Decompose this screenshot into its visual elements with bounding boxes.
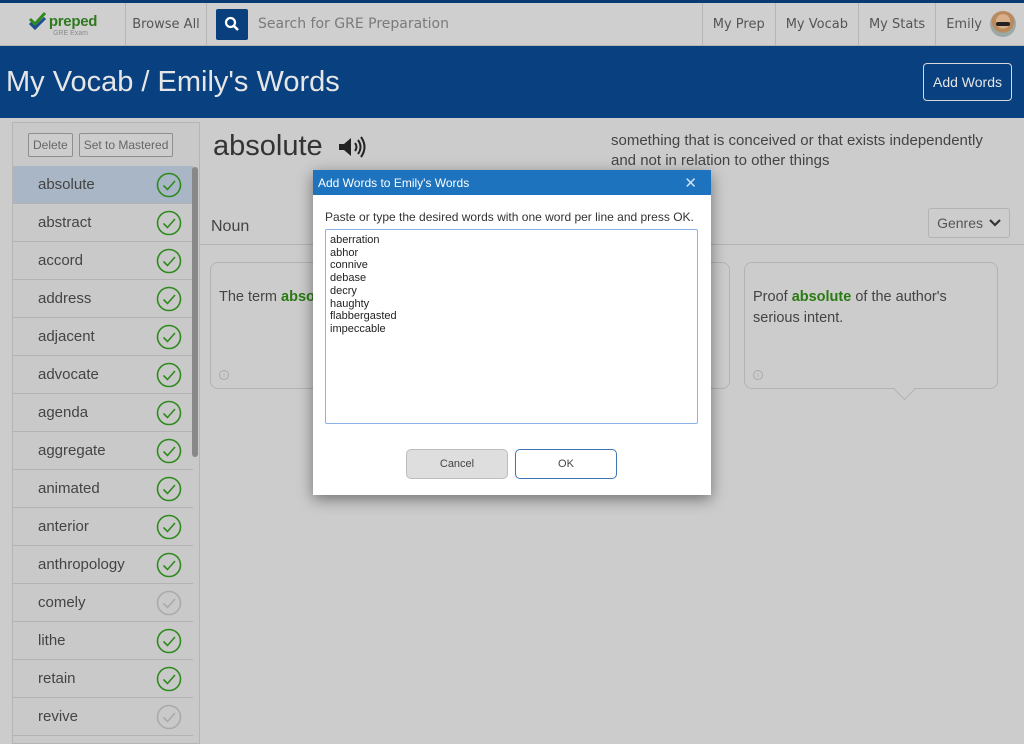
word-label: retain (38, 670, 76, 687)
info-icon[interactable]: i (219, 370, 229, 380)
page-title: My Vocab / Emily's Words (6, 65, 340, 98)
logo-subtitle: GRE Exam (52, 30, 88, 37)
word-heading: absolute (213, 130, 367, 163)
example-highlight: absolute (791, 289, 852, 305)
logo[interactable]: preped GRE Exam (0, 3, 126, 45)
word-label: aggregate (38, 442, 106, 459)
word-label: anterior (38, 518, 89, 535)
mastered-check-icon[interactable] (156, 286, 182, 312)
search-bar (207, 3, 702, 45)
user-name: Emily (946, 16, 982, 32)
words-textarea[interactable] (325, 229, 698, 424)
mastered-check-icon[interactable] (156, 476, 182, 502)
word-list-item[interactable]: aggregate (13, 432, 193, 470)
logo-text: preped (48, 12, 98, 30)
word-list-panel: Delete Set to Mastered absolute abstract a… (12, 122, 200, 744)
search-input[interactable] (258, 16, 658, 32)
search-icon (224, 16, 239, 31)
word-label: agenda (38, 404, 89, 421)
mastered-check-icon[interactable] (156, 400, 182, 426)
nav-my-prep[interactable]: My Prep (701, 3, 775, 45)
word-label: abstract (38, 214, 92, 231)
mastered-check-icon[interactable] (156, 362, 182, 388)
word-list-item[interactable]: anterior (13, 508, 193, 546)
mastered-check-icon[interactable] (156, 324, 182, 350)
example-card: Proof absolute of the author's serious i… (744, 262, 998, 389)
ok-button[interactable]: OK (515, 449, 617, 479)
word-definition: something that is conceived or that exis… (611, 132, 983, 169)
set-mastered-button[interactable]: Set to Mastered (78, 132, 174, 157)
info-icon[interactable]: i (753, 370, 763, 380)
word-label: lithe (38, 632, 66, 649)
unmastered-check-icon[interactable] (156, 704, 182, 730)
word-label: address (38, 290, 92, 307)
word-list-item[interactable]: abstract (13, 204, 193, 242)
add-words-button[interactable]: Add Words (923, 63, 1012, 101)
word-list-item[interactable]: accord (13, 242, 193, 280)
nav-my-vocab[interactable]: My Vocab (774, 3, 858, 45)
top-nav: preped GRE Exam Browse All My Prep My Vo… (0, 0, 1024, 46)
word-label: animated (38, 480, 100, 497)
avatar (990, 11, 1016, 37)
word-label: comely (38, 594, 86, 611)
chevron-down-icon (989, 219, 1001, 227)
unmastered-check-icon[interactable] (156, 590, 182, 616)
word-list: absolute abstract accord address adjacent adv… (13, 166, 199, 736)
nav-my-stats[interactable]: My Stats (857, 3, 935, 45)
add-words-dialog: Add Words to Emily's Words ✕ Paste or ty… (313, 170, 711, 495)
word-label: anthropology (38, 556, 125, 573)
browse-all-link[interactable]: Browse All (126, 3, 207, 45)
delete-button[interactable]: Delete (28, 132, 73, 157)
word-list-item[interactable]: address (13, 280, 193, 318)
word-list-scrollbar[interactable] (192, 167, 198, 457)
genres-label: Genres (937, 215, 983, 231)
word-list-actions: Delete Set to Mastered (13, 123, 199, 166)
part-of-speech: Noun (211, 218, 250, 235)
word-list-item[interactable]: absolute (13, 166, 193, 204)
genres-dropdown[interactable]: Genres (928, 208, 1010, 238)
mastered-check-icon[interactable] (156, 248, 182, 274)
close-icon[interactable]: ✕ (684, 174, 697, 192)
logo-check-icon (28, 11, 47, 31)
word-label: advocate (38, 366, 99, 383)
mastered-check-icon[interactable] (156, 172, 182, 198)
word-list-item[interactable]: comely (13, 584, 193, 622)
word-label: accord (38, 252, 84, 269)
speaker-icon[interactable] (337, 135, 367, 158)
mastered-check-icon[interactable] (156, 552, 182, 578)
word-list-item[interactable]: agenda (13, 394, 193, 432)
dialog-message: Paste or type the desired words with one… (325, 210, 694, 224)
dialog-title: Add Words to Emily's Words (318, 175, 470, 190)
example-highlight: abso (281, 289, 315, 305)
mastered-check-icon[interactable] (156, 438, 182, 464)
search-button[interactable] (216, 8, 248, 40)
word-list-item[interactable]: animated (13, 470, 193, 508)
word-list-item[interactable]: anthropology (13, 546, 193, 584)
user-menu[interactable]: Emily (935, 3, 1024, 45)
word-list-item[interactable]: advocate (13, 356, 193, 394)
example-text: Proof absolute of the author's serious i… (753, 289, 947, 326)
cancel-button[interactable]: Cancel (406, 449, 508, 479)
mastered-check-icon[interactable] (156, 666, 182, 692)
word-list-item[interactable]: revive (13, 698, 193, 736)
word-list-item[interactable]: retain (13, 660, 193, 698)
word-label: revive (38, 708, 79, 725)
word-list-item[interactable]: lithe (13, 622, 193, 660)
mastered-check-icon[interactable] (156, 210, 182, 236)
page-header: My Vocab / Emily's Words Add Words (0, 46, 1024, 118)
word-list-item[interactable]: adjacent (13, 318, 193, 356)
mastered-check-icon[interactable] (156, 514, 182, 540)
word-label: adjacent (38, 328, 95, 345)
word-label: absolute (38, 176, 95, 193)
dialog-buttons: Cancel OK (406, 449, 617, 479)
mastered-check-icon[interactable] (156, 628, 182, 654)
dialog-header: Add Words to Emily's Words ✕ (313, 170, 711, 195)
word-title: absolute (213, 130, 323, 162)
